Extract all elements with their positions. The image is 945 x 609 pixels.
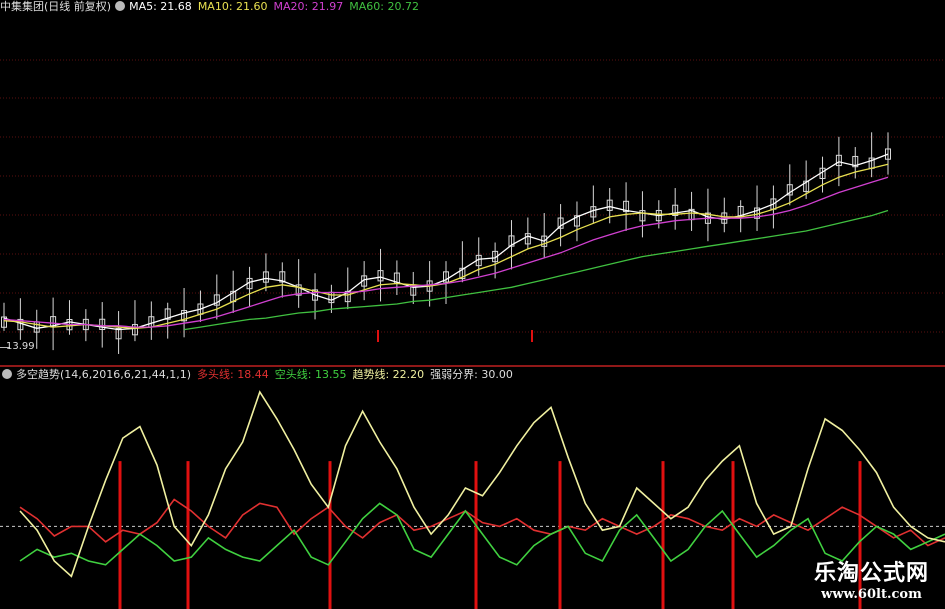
bear-line [19,502,945,566]
watermark-url: www.60lt.com [821,587,922,602]
price-low-label: 13.99 [6,341,35,352]
watermark-title: 乐淘公式网 [813,561,929,586]
trend-line [19,390,945,578]
indicator-settings-icon[interactable] [2,369,12,379]
indicator-name[interactable]: 多空趋势(14,6,2016,6,21,44,1,1) [16,368,191,381]
strength-boundary-readout: 强弱分界: 30.00 [430,368,513,381]
watermark: 乐淘公式网 www.60lt.com [814,561,929,603]
indicator-header: 多空趋势(14,6,2016,6,21,44,1,1) 多头线: 18.44 空头线… [0,368,513,382]
ma-line-ma60 [184,209,889,331]
bull-line [19,498,945,547]
bull-line-readout: 多头线: 18.44 [197,368,269,381]
bear-line-readout: 空头线: 13.55 [274,368,347,381]
ma-line-ma20 [3,176,889,328]
chart-canvas[interactable] [0,0,945,609]
trend-line-readout: 趋势线: 22.20 [352,368,425,381]
